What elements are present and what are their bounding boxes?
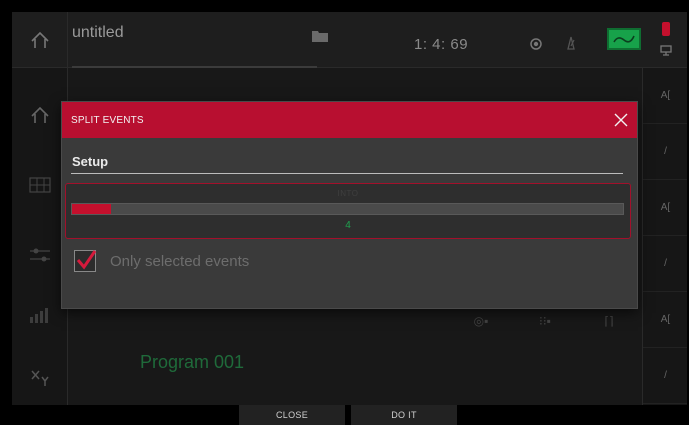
folder-icon[interactable] [312,30,328,42]
assign-icon: ⁝⁝▪ [539,314,551,328]
split-events-dialog: SPLIT EVENTS Setup INTO 4 Only selected … [61,101,638,309]
into-slider-fill [72,204,111,214]
do-it-button[interactable]: DO IT [351,405,457,425]
bars-icon [30,308,48,323]
group-samples-button[interactable]: ◎▪ [452,314,510,335]
record-icon[interactable] [530,38,542,50]
midi-monitor-button[interactable] [607,28,641,50]
into-field[interactable]: INTO 4 [65,183,631,239]
program-name[interactable]: Program 001 [140,352,244,373]
home-button[interactable] [12,12,68,68]
assign-samples-button[interactable]: ⁝⁝▪ [516,314,574,335]
right-item-3[interactable]: A[ [643,180,687,236]
close-footer-button[interactable]: CLOSE [239,405,345,425]
right-item-2[interactable]: / [643,124,687,180]
right-column: A[ / A[ / A[ / [642,68,687,405]
battery-icon [662,22,670,36]
project-title-area[interactable]: untitled [72,18,322,62]
only-selected-checkbox[interactable] [74,250,97,272]
sample-actions: ◎▪ ⁝⁝▪ ⌈⌉ [452,314,642,377]
tab-underline [71,173,623,174]
close-icon [614,113,628,127]
waveform-icon: ⌈⌉ [604,314,614,328]
metronome-icon[interactable] [565,36,577,50]
into-label: INTO [337,189,359,198]
right-item-1[interactable]: A[ [643,68,687,124]
home-icon [31,106,49,123]
xy-icon [31,370,49,386]
keyboard-icon [613,35,635,43]
edit-samples-button[interactable]: ⌈⌉ [580,314,638,335]
position-counter[interactable]: 1: 4: 69 [414,36,468,53]
close-button[interactable] [611,110,631,130]
only-selected-label[interactable]: Only selected events [110,253,249,270]
sidebar-xy[interactable] [12,343,68,405]
group-icon: ◎▪ [473,314,489,328]
sidebar-grid[interactable] [12,150,68,220]
into-slider[interactable] [71,203,624,215]
app-window: untitled 1: 4: 69 Program 001 ◎▪ ⁝⁝▪ ⌈⌉ … [0,0,689,425]
sidebar-home[interactable] [12,80,68,150]
home-icon [30,31,49,48]
dialog-title: SPLIT EVENTS [71,115,144,126]
grid-icon [29,177,51,193]
right-item-5[interactable]: A[ [643,292,687,348]
usb-icon [660,45,672,56]
project-title: untitled [72,24,124,41]
right-item-6[interactable]: / [643,348,687,404]
check-icon [76,250,97,270]
top-bar: untitled 1: 4: 69 [12,12,687,68]
left-sidebar [12,68,68,405]
into-value: 4 [345,220,351,231]
sidebar-levels[interactable] [12,280,68,350]
sliders-icon [30,248,50,262]
right-item-4[interactable]: / [643,236,687,292]
footer-bar: CLOSE DO IT [12,405,687,425]
dialog-header: SPLIT EVENTS [62,102,637,138]
tab-setup[interactable]: Setup [72,154,108,169]
